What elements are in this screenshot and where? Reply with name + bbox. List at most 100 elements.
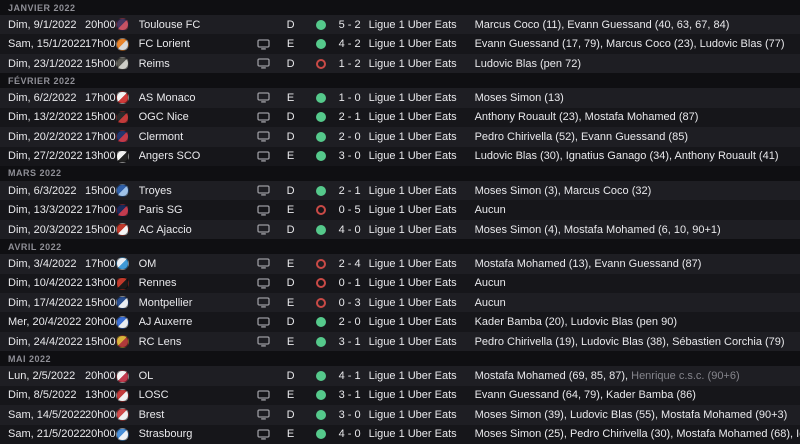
tv-icon <box>257 92 270 103</box>
opponent-name: Reims <box>139 58 252 70</box>
match-time: 17h00 <box>85 131 116 143</box>
match-time: 20h00 <box>85 428 116 440</box>
scorers-main: Moses Simon (25), Pedro Chirivella (30),… <box>475 428 800 440</box>
match-date: Dim, 8/5/2022 <box>0 389 85 401</box>
match-score: 2 - 1 <box>336 185 364 197</box>
match-row[interactable]: Sam, 15/1/2022 17h00 FC Lorient E 4 - 2 … <box>0 34 800 53</box>
match-row[interactable]: Dim, 20/3/2022 15h00 AC Ajaccio D 4 - 0 … <box>0 220 800 239</box>
match-time: 15h00 <box>85 185 116 197</box>
competition-name: Ligue 1 Uber Eats <box>364 19 471 31</box>
opponent-name: Troyes <box>139 185 252 197</box>
match-time: 17h00 <box>85 38 116 50</box>
result-icon <box>316 59 326 69</box>
club-badge-icon <box>116 91 129 104</box>
venue-indicator: D <box>276 224 306 236</box>
match-time: 20h00 <box>85 316 116 328</box>
match-row[interactable]: Dim, 3/4/2022 17h00 OM E 2 - 4 Ligue 1 U… <box>0 254 800 273</box>
result-icon <box>316 186 326 196</box>
match-time: 13h00 <box>85 389 116 401</box>
month-header: AVRIL 2022 <box>0 239 800 254</box>
competition-name: Ligue 1 Uber Eats <box>364 185 471 197</box>
match-row[interactable]: Sam, 14/5/2022 20h00 Brest D 3 - 0 Ligue… <box>0 405 800 424</box>
tv-icon <box>257 258 270 269</box>
scorers-main: Kader Bamba (20), Ludovic Blas (pen 90) <box>475 316 677 328</box>
competition-name: Ligue 1 Uber Eats <box>364 316 471 328</box>
venue-indicator: D <box>276 58 306 70</box>
scorers-main: Moses Simon (4), Mostafa Mohamed (6, 10,… <box>475 224 721 236</box>
match-row[interactable]: Dim, 17/4/2022 15h00 Montpellier E 0 - 3… <box>0 293 800 312</box>
match-row[interactable]: Dim, 13/2/2022 15h00 OGC Nice D 2 - 1 Li… <box>0 108 800 127</box>
venue-indicator: D <box>276 409 306 421</box>
competition-name: Ligue 1 Uber Eats <box>364 111 471 123</box>
match-row[interactable]: Dim, 24/4/2022 15h00 RC Lens E 3 - 1 Lig… <box>0 332 800 351</box>
tv-icon <box>257 336 270 347</box>
result-icon <box>316 259 326 269</box>
result-icon <box>316 132 326 142</box>
scorers-main: Moses Simon (13) <box>475 92 564 104</box>
month-header-label: MARS 2022 <box>8 168 62 178</box>
match-score: 0 - 1 <box>336 277 364 289</box>
match-row[interactable]: Lun, 2/5/2022 20h00 OL D 4 - 1 Ligue 1 U… <box>0 366 800 385</box>
club-badge-icon <box>116 316 129 329</box>
scorers-main: Aucun <box>475 277 506 289</box>
club-badge-icon <box>116 296 129 309</box>
club-badge-icon <box>116 18 129 31</box>
match-row[interactable]: Sam, 21/5/2022 20h00 Strasbourg E 4 - 0 … <box>0 425 800 444</box>
match-date: Dim, 20/2/2022 <box>0 131 85 143</box>
match-row[interactable]: Dim, 23/1/2022 15h00 Reims D 1 - 2 Ligue… <box>0 54 800 73</box>
tv-icon <box>257 429 270 440</box>
match-score: 3 - 1 <box>336 336 364 348</box>
venue-indicator: E <box>276 428 306 440</box>
venue-indicator: D <box>276 131 306 143</box>
opponent-name: LOSC <box>139 389 252 401</box>
match-date: Dim, 27/2/2022 <box>0 150 85 162</box>
match-time: 15h00 <box>85 297 116 309</box>
scorers-main: Mostafa Mohamed (13), Evann Guessand (87… <box>475 258 702 270</box>
match-row[interactable]: Mer, 20/4/2022 20h00 AJ Auxerre D 2 - 0 … <box>0 312 800 331</box>
match-date: Mer, 20/4/2022 <box>0 316 85 328</box>
match-score: 0 - 3 <box>336 297 364 309</box>
competition-name: Ligue 1 Uber Eats <box>364 258 471 270</box>
club-badge-icon <box>116 370 129 383</box>
match-date: Dim, 23/1/2022 <box>0 58 85 70</box>
match-score: 2 - 0 <box>336 316 364 328</box>
club-badge-icon <box>116 111 129 124</box>
result-icon <box>316 93 326 103</box>
match-score: 3 - 1 <box>336 389 364 401</box>
tv-icon <box>257 317 270 328</box>
match-score: 2 - 1 <box>336 111 364 123</box>
match-row[interactable]: Dim, 20/2/2022 17h00 Clermont D 2 - 0 Li… <box>0 127 800 146</box>
opponent-name: AC Ajaccio <box>139 224 252 236</box>
match-score: 2 - 4 <box>336 258 364 270</box>
result-icon <box>316 371 326 381</box>
club-badge-icon <box>116 38 129 51</box>
tv-icon <box>257 112 270 123</box>
match-row[interactable]: Dim, 8/5/2022 13h00 LOSC E 3 - 1 Ligue 1… <box>0 386 800 405</box>
match-score: 4 - 1 <box>336 370 364 382</box>
month-header-label: MAI 2022 <box>8 354 51 364</box>
scorers: Moses Simon (13) <box>471 92 800 104</box>
match-row[interactable]: Dim, 9/1/2022 20h00 Toulouse FC D 5 - 2 … <box>0 15 800 34</box>
match-row[interactable]: Dim, 6/3/2022 15h00 Troyes D 2 - 1 Ligue… <box>0 181 800 200</box>
match-row[interactable]: Dim, 27/2/2022 13h00 Angers SCO E 3 - 0 … <box>0 147 800 166</box>
competition-name: Ligue 1 Uber Eats <box>364 409 471 421</box>
scorers-main: Marcus Coco (11), Evann Guessand (40, 63… <box>475 19 730 31</box>
match-row[interactable]: Dim, 10/4/2022 13h00 Rennes D 0 - 1 Ligu… <box>0 274 800 293</box>
month-header: MARS 2022 <box>0 166 800 181</box>
match-date: Lun, 2/5/2022 <box>0 370 85 382</box>
month-header-label: FÉVRIER 2022 <box>8 76 76 86</box>
match-date: Sam, 14/5/2022 <box>0 409 85 421</box>
venue-indicator: E <box>276 336 306 348</box>
tv-icon <box>257 151 270 162</box>
scorers-main: Aucun <box>475 204 506 216</box>
venue-indicator: D <box>276 19 306 31</box>
match-date: Dim, 20/3/2022 <box>0 224 85 236</box>
match-row[interactable]: Dim, 6/2/2022 17h00 AS Monaco E 1 - 0 Li… <box>0 88 800 107</box>
match-row[interactable]: Dim, 13/3/2022 17h00 Paris SG E 0 - 5 Li… <box>0 200 800 219</box>
scorers: Moses Simon (4), Mostafa Mohamed (6, 10,… <box>471 224 800 236</box>
competition-name: Ligue 1 Uber Eats <box>364 150 471 162</box>
tv-icon <box>257 224 270 235</box>
opponent-name: Rennes <box>139 277 252 289</box>
club-badge-icon <box>116 223 129 236</box>
club-badge-icon <box>116 408 129 421</box>
